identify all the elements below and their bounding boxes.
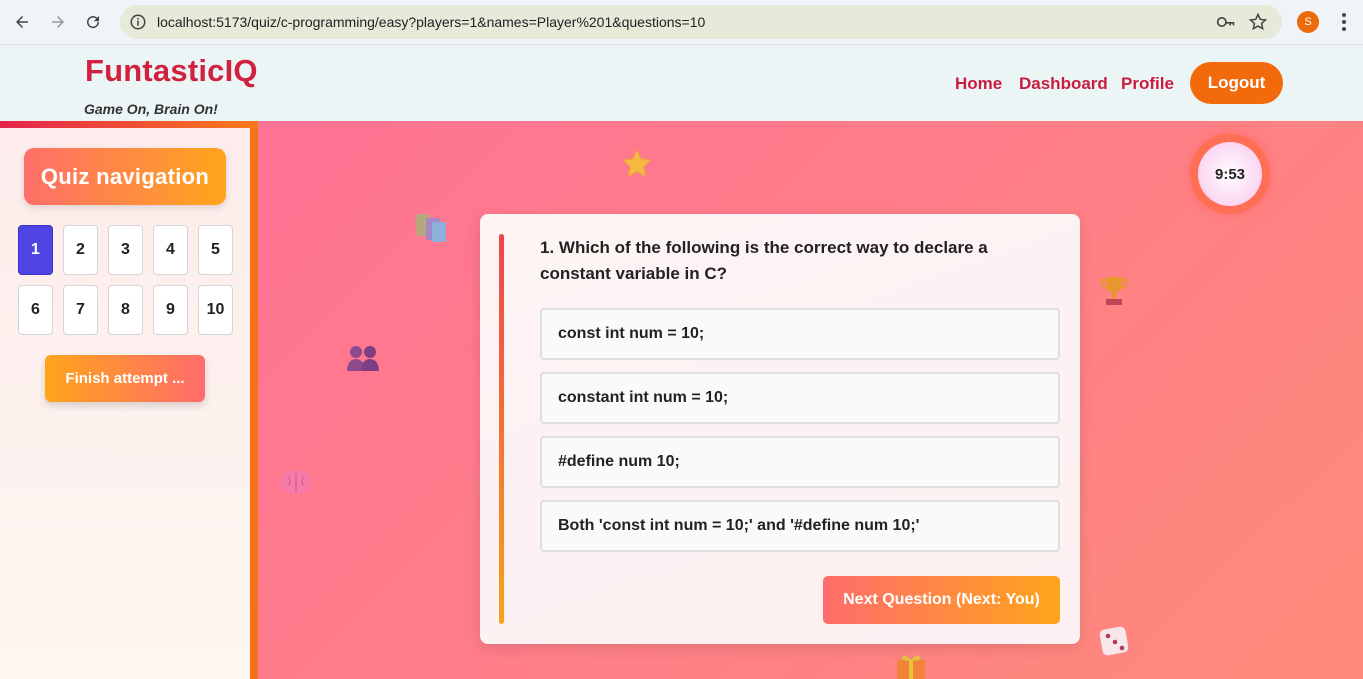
question-nav-button[interactable]: 10 (198, 285, 233, 335)
logout-button[interactable]: Logout (1190, 62, 1283, 104)
question-nav-button[interactable]: 5 (198, 225, 233, 275)
question-text: 1. Which of the following is the correct… (540, 238, 988, 283)
nav-dashboard-link[interactable]: Dashboard (1019, 74, 1108, 94)
browser-profile-avatar[interactable]: S (1297, 11, 1319, 33)
sidebar-accent-bar (0, 121, 258, 128)
books-icon (414, 213, 446, 242)
card-accent-bar (499, 234, 504, 624)
question-card: 1. Which of the following is the correct… (480, 214, 1080, 644)
reload-icon (87, 16, 100, 29)
next-question-button[interactable]: Next Question (Next: You) (823, 576, 1060, 624)
question-nav-button[interactable]: 4 (153, 225, 188, 275)
address-bar[interactable]: localhost:5173/quiz/c-programming/easy?p… (120, 5, 1282, 39)
reload-button[interactable] (80, 9, 106, 35)
browser-menu-icon[interactable] (1334, 11, 1354, 33)
question-nav-button[interactable]: 1 (18, 225, 53, 275)
gift-icon (897, 655, 925, 679)
forward-arrow-icon (52, 16, 64, 28)
question-nav-button[interactable]: 6 (18, 285, 53, 335)
brain-icon (281, 470, 311, 494)
brand-title[interactable]: FuntasticIQ (85, 53, 258, 89)
answer-option[interactable]: const int num = 10; (540, 308, 1060, 360)
question-nav-button[interactable]: 9 (153, 285, 188, 335)
sidebar-title: Quiz navigation (24, 148, 226, 205)
timer-value: 9:53 (1198, 142, 1262, 206)
dice-icon (1099, 626, 1129, 656)
answer-option[interactable]: Both 'const int num = 10;' and '#define … (540, 500, 1060, 552)
answer-option[interactable]: constant int num = 10; (540, 372, 1060, 424)
people-icon (347, 346, 379, 371)
finish-attempt-button[interactable]: Finish attempt ... (45, 355, 205, 402)
question-nav-button[interactable]: 8 (108, 285, 143, 335)
app-header: FuntasticIQ Game On, Brain On! Home Dash… (0, 45, 1363, 121)
key-icon[interactable] (1216, 13, 1236, 31)
forward-button[interactable] (45, 9, 71, 35)
url-text[interactable]: localhost:5173/quiz/c-programming/easy?p… (157, 14, 705, 30)
brand-tagline: Game On, Brain On! (84, 101, 218, 117)
back-arrow-icon (16, 16, 28, 28)
question-nav-button[interactable]: 3 (108, 225, 143, 275)
answer-option[interactable]: #define num 10; (540, 436, 1060, 488)
nav-home-link[interactable]: Home (955, 74, 1002, 94)
countdown-timer: 9:53 (1190, 134, 1270, 214)
question-nav-button[interactable]: 2 (63, 225, 98, 275)
quiz-navigation-sidebar: Quiz navigation 1 2 3 4 5 6 7 8 9 10 Fin… (0, 121, 258, 679)
question-nav-button[interactable]: 7 (63, 285, 98, 335)
nav-profile-link[interactable]: Profile (1121, 74, 1174, 94)
bookmark-star-icon[interactable] (1248, 12, 1268, 32)
star-icon (621, 148, 653, 178)
back-button[interactable] (9, 9, 35, 35)
site-info-icon[interactable] (129, 13, 147, 31)
trophy-icon (1099, 277, 1129, 305)
browser-toolbar: localhost:5173/quiz/c-programming/easy?p… (0, 0, 1363, 45)
